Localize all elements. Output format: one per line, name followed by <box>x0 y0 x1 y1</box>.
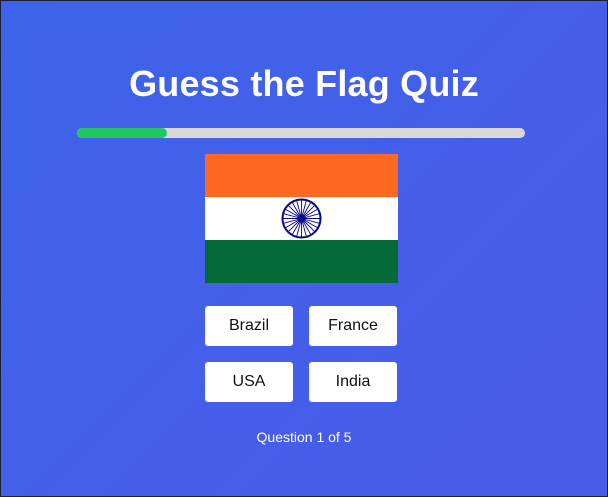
india-flag-icon <box>205 154 398 283</box>
answer-button-france[interactable]: France <box>309 306 397 346</box>
ashoka-chakra-icon <box>281 198 322 239</box>
progress-fill <box>77 128 167 138</box>
answer-button-usa[interactable]: USA <box>205 362 293 402</box>
page-title: Guess the Flag Quiz <box>129 63 479 104</box>
quiz-app: Guess the Flag Quiz Brazil France USA In… <box>0 0 608 497</box>
answer-button-brazil[interactable]: Brazil <box>205 306 293 346</box>
flag-green-band <box>205 240 398 283</box>
question-counter: Question 1 of 5 <box>256 429 352 445</box>
answer-button-india[interactable]: India <box>309 362 397 402</box>
progress-bar <box>77 128 525 138</box>
flag-saffron-band <box>205 154 398 197</box>
